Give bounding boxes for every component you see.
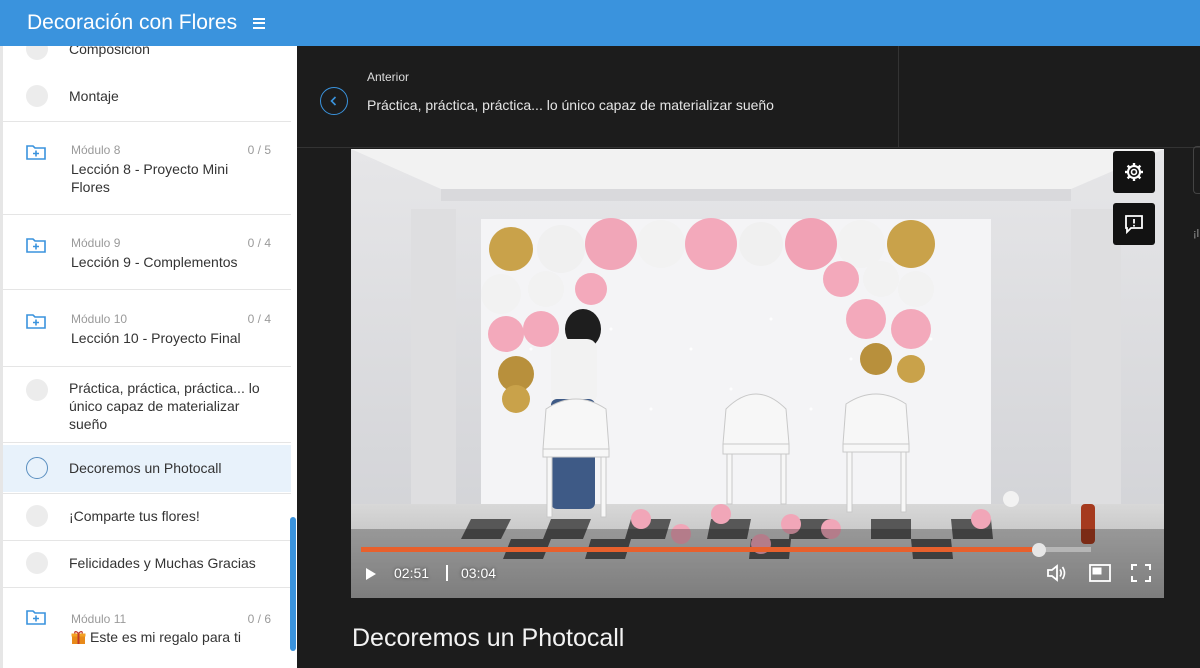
feedback-button[interactable] [1113,203,1155,245]
module-title: Este es mi regalo para ti [90,629,241,645]
video-player[interactable]: 02:51 03:04 [351,149,1164,598]
lesson-item-comparte[interactable]: ¡Comparte tus flores! [3,505,291,527]
lesson-label: Práctica, práctica, práctica... lo único… [69,380,260,432]
lesson-item-composicion[interactable]: Composición [3,46,291,60]
lesson-label: Decoremos un Photocall [69,460,222,476]
module-label: Módulo 11 [71,612,127,626]
settings-button[interactable] [1113,151,1155,193]
side-panel-edge[interactable] [1193,146,1200,194]
module-progress: 0 / 4 [247,312,271,326]
divider [3,214,291,215]
chevron-left-icon [330,96,337,106]
divider [3,289,291,290]
previous-label: Anterior [367,70,410,84]
module-title-row: Este es mi regalo para ti [71,628,251,646]
picture-in-picture-icon[interactable] [1089,564,1111,582]
gift-icon [71,630,86,644]
divider [3,442,291,443]
divider [3,121,291,122]
lesson-status-icon [26,85,48,107]
folder-plus-icon [26,314,46,329]
comment-alert-icon [1125,215,1143,234]
module-10[interactable]: Módulo 10 0 / 4 Lección 10 - Proyecto Fi… [3,312,291,352]
module-9[interactable]: Módulo 9 0 / 4 Lección 9 - Complementos [3,236,291,276]
video-frame [351,149,1164,598]
brand: Decoración con Flores [0,0,297,46]
lesson-status-icon [26,552,48,574]
lesson-item-montaje[interactable]: Montaje [3,85,291,107]
module-title: Lección 8 - Proyecto Mini Flores [71,161,229,195]
gear-icon [1125,163,1143,181]
lesson-status-icon [26,457,48,479]
lesson-navigation: Anterior Práctica, práctica, práctica...… [297,46,1200,148]
lesson-item-practica[interactable]: Práctica, práctica, práctica... lo único… [3,379,291,433]
divider [3,587,291,588]
time-separator [446,565,448,581]
side-panel-text: ¡l [1193,228,1200,240]
menu-icon[interactable] [253,17,266,29]
folder-plus-icon [26,238,46,253]
module-11[interactable]: Módulo 11 0 / 6 Este es mi regalo para t… [3,608,291,648]
progress-bar[interactable] [361,543,1091,557]
previous-lesson-title[interactable]: Práctica, práctica, práctica... lo único… [367,97,774,113]
module-label: Módulo 10 [71,312,128,326]
previous-lesson-button[interactable] [320,87,348,115]
lesson-status-icon [26,379,48,401]
main-content: Anterior Práctica, práctica, práctica...… [297,46,1200,668]
progress-fill [361,547,1040,552]
app-title: Decoración con Flores [27,11,238,34]
divider [3,493,291,494]
divider [3,366,291,367]
duration: 03:04 [461,565,497,581]
lesson-status-icon [26,46,48,60]
lesson-title: Decoremos un Photocall [352,624,625,652]
module-progress: 0 / 4 [247,236,271,250]
module-progress: 0 / 5 [247,143,271,157]
lesson-status-icon [26,505,48,527]
module-progress: 0 / 6 [247,612,271,626]
module-8[interactable]: Módulo 8 0 / 5 Lección 8 - Proyecto Mini… [3,143,291,203]
module-label: Módulo 8 [71,143,121,157]
volume-icon[interactable] [1046,564,1068,582]
sidebar-scrollbar[interactable] [290,517,296,651]
lesson-label: Montaje [69,88,119,104]
module-title: Lección 10 - Proyecto Final [71,330,241,346]
folder-plus-icon [26,610,46,625]
lesson-item-photocall-active[interactable]: Decoremos un Photocall [3,445,291,492]
module-label: Módulo 9 [71,236,121,250]
lesson-label: Felicidades y Muchas Gracias [69,555,256,571]
divider [898,46,899,148]
current-time: 02:51 [394,565,430,581]
module-title: Lección 9 - Complementos [71,254,238,270]
fullscreen-icon[interactable] [1131,564,1151,582]
lesson-label: Composición [69,46,150,57]
folder-plus-icon [26,145,46,160]
lesson-label: ¡Comparte tus flores! [69,508,200,524]
play-icon[interactable] [365,567,377,581]
course-sidebar: Composición Montaje Módulo 8 0 / 5 Lecci… [0,46,297,668]
top-bar: Decoración con Flores [0,0,1200,46]
lesson-item-felicidades[interactable]: Felicidades y Muchas Gracias [3,552,291,574]
divider [3,540,291,541]
